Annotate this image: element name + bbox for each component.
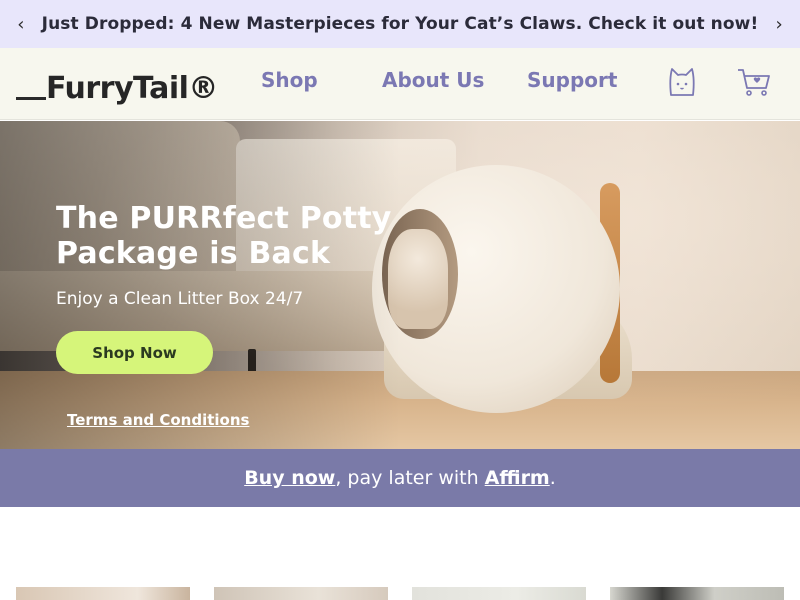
nav-about-us[interactable]: About Us (382, 68, 484, 92)
logo-text: FurryTail® (46, 71, 218, 106)
site-header: FurryTail® Shop About Us Support (0, 48, 800, 120)
announcement-text[interactable]: Just Dropped: 4 New Masterpieces for You… (42, 14, 759, 34)
hero-banner: The PURRfect Potty Package is Back Enjoy… (0, 121, 800, 449)
chevron-right-icon: › (775, 13, 783, 35)
buy-now-link[interactable]: Buy now (244, 467, 335, 489)
announcement-bar: ‹ Just Dropped: 4 New Masterpieces for Y… (0, 0, 800, 48)
hero-overlay (0, 121, 400, 449)
nav-shop[interactable]: Shop (261, 68, 318, 92)
nav-support[interactable]: Support (527, 68, 617, 92)
hero-subtitle: Enjoy a Clean Litter Box 24/7 (56, 289, 304, 309)
affirm-link[interactable]: Affirm (485, 467, 550, 489)
hero-title: The PURRfect Potty Package is Back (56, 201, 392, 271)
product-thumbnail[interactable] (214, 587, 388, 600)
cart-icon[interactable] (736, 66, 772, 102)
product-thumbnail[interactable] (610, 587, 784, 600)
logo[interactable]: FurryTail® (16, 58, 218, 108)
product-thumbnail[interactable] (16, 587, 190, 600)
affirm-period: . (549, 467, 556, 489)
terms-and-conditions-link[interactable]: Terms and Conditions (67, 411, 249, 429)
chevron-left-icon: ‹ (17, 13, 25, 35)
announcement-next-button[interactable]: › (758, 0, 800, 48)
cat-account-icon[interactable] (668, 66, 696, 102)
shop-now-button[interactable]: Shop Now (56, 331, 213, 374)
announcement-prev-button[interactable]: ‹ (0, 0, 42, 48)
logo-mark (16, 97, 46, 100)
affirm-text: , pay later with (335, 467, 485, 489)
product-thumbnail[interactable] (412, 587, 586, 600)
affirm-banner: Buy now , pay later with Affirm . (0, 449, 800, 507)
